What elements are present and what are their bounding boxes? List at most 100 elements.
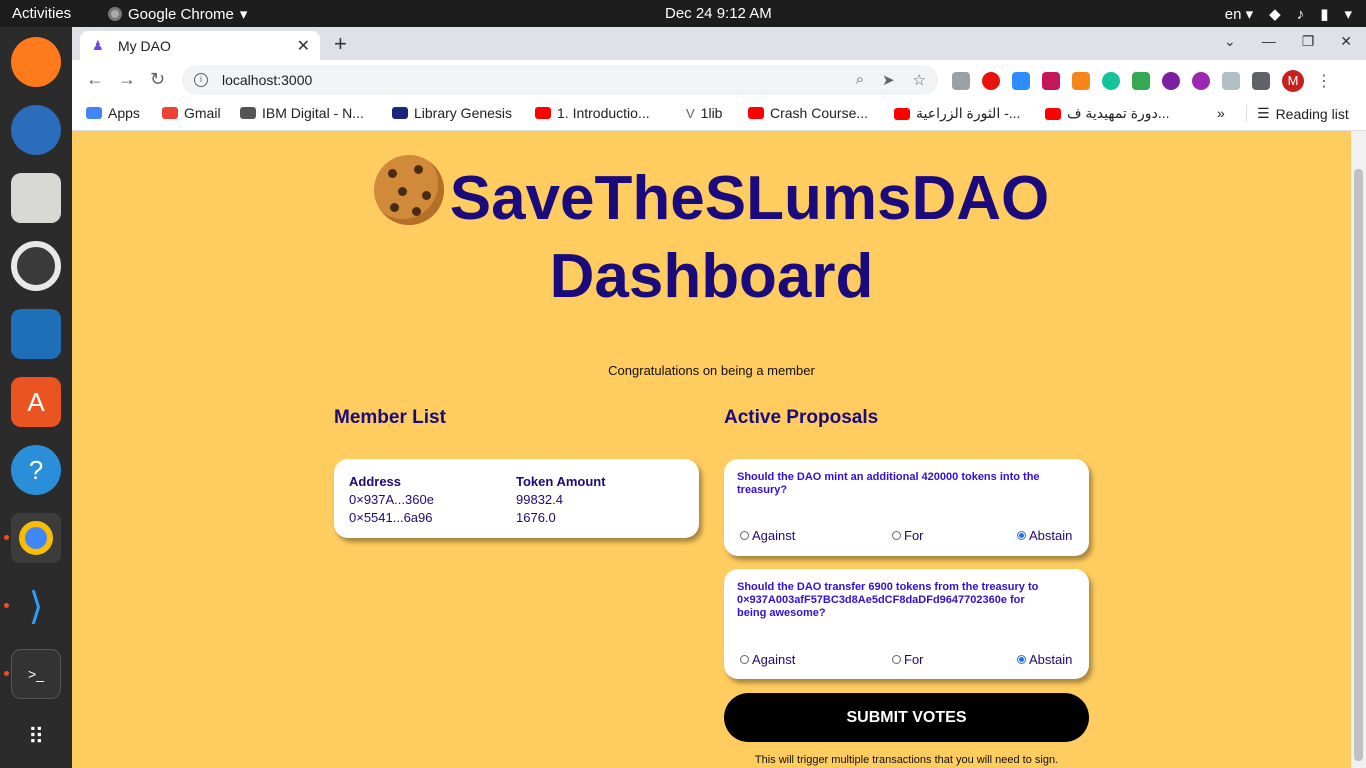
system-tray[interactable]: en ▾ ◆ ♪ ▮ ▾ <box>1225 5 1352 24</box>
member-amount: 99832.4 <box>516 492 563 507</box>
bookmark-star-icon[interactable]: ☆ <box>913 71 926 89</box>
bookmark-item[interactable]: Apps <box>86 105 140 121</box>
thunderbird-icon[interactable] <box>11 105 61 155</box>
bookmark-label: Gmail <box>184 105 221 121</box>
gmail-icon <box>162 107 178 119</box>
bookmark-item[interactable]: دورة تمهيدية ف... <box>1045 105 1169 122</box>
option-label: Against <box>752 528 796 543</box>
member-address: 0×5541...6a96 <box>349 510 433 525</box>
bookmark-item[interactable]: Crash Course... <box>748 105 868 121</box>
table-header: Address Token Amount <box>349 474 606 492</box>
url-text[interactable]: localhost:3000 <box>222 72 312 88</box>
dock: A ? ⟩ >_ ⠿ <box>0 27 72 768</box>
address-bar[interactable]: i localhost:3000 ⌕ ➤ ☆ <box>182 65 938 95</box>
app-menu[interactable]: Google Chrome ▾ <box>108 5 247 23</box>
clock[interactable]: Dec 24 9:12 AM <box>665 5 772 22</box>
avatar[interactable]: M <box>1282 70 1304 92</box>
option-label: For <box>904 528 924 543</box>
proposals-heading: Active Proposals <box>724 407 879 428</box>
adblock-icon[interactable] <box>982 72 1000 90</box>
member-list-card: Address Token Amount 0×937A...360e 99832… <box>334 459 699 538</box>
puzzle-icon[interactable] <box>1252 72 1270 90</box>
more-menu-icon[interactable]: ⋮ <box>1316 71 1332 91</box>
ibm-icon <box>240 107 256 119</box>
scrollbar-thumb[interactable] <box>1354 169 1363 761</box>
tab-my-dao[interactable]: ♟ My DAO ✕ <box>80 31 320 60</box>
tab-search-icon[interactable]: ⌄ <box>1224 33 1236 50</box>
shield-icon[interactable] <box>1222 72 1240 90</box>
close-tab-icon[interactable]: ✕ <box>297 36 310 56</box>
reload-icon[interactable]: ↻ <box>150 69 165 90</box>
proposal-card: Should the DAO mint an additional 420000… <box>724 459 1089 556</box>
show-apps-icon[interactable]: ⠿ <box>11 712 61 762</box>
vote-abstain-radio[interactable]: Abstain <box>1017 528 1072 543</box>
vscode-icon[interactable]: ⟩ <box>11 581 61 631</box>
bookmark-label: الثورة الزراعية -... <box>916 105 1021 121</box>
radio-circle[interactable] <box>892 655 901 664</box>
grammarly-icon[interactable] <box>1102 72 1120 90</box>
software-icon[interactable]: A <box>11 377 61 427</box>
reading-list-label: Reading list <box>1275 105 1349 122</box>
activities-button[interactable]: Activities <box>12 5 71 22</box>
vote-against-radio[interactable]: Against <box>740 652 795 667</box>
files-icon[interactable] <box>11 173 61 223</box>
page-scrollbar[interactable] <box>1351 131 1366 768</box>
1lib-icon: V <box>686 105 695 121</box>
option-label: Against <box>752 652 796 667</box>
site-info-icon[interactable]: i <box>194 73 208 87</box>
reading-list-button[interactable]: ☰ Reading list <box>1246 105 1349 122</box>
bookmark-ext-icon[interactable] <box>1042 72 1060 90</box>
radio-circle[interactable] <box>740 531 749 540</box>
bookmark-item[interactable]: الثورة الزراعية -... <box>894 105 1020 122</box>
radio-circle[interactable] <box>740 655 749 664</box>
metamask-icon[interactable] <box>1072 72 1090 90</box>
help-icon[interactable]: ? <box>11 445 61 495</box>
bookmark-label: 1. Introductio... <box>557 105 650 121</box>
omnibox-actions: ⌕ ➤ ☆ <box>856 71 926 89</box>
close-window-icon[interactable]: ✕ <box>1340 33 1352 50</box>
bookmark-item[interactable]: IBM Digital - N... <box>240 105 364 121</box>
rhythmbox-icon[interactable] <box>11 241 61 291</box>
extension-icon[interactable] <box>1162 72 1180 90</box>
app-menu-label: Google Chrome <box>128 5 234 23</box>
running-indicator <box>4 603 9 608</box>
back-icon[interactable]: ← <box>86 69 104 90</box>
bookmark-item[interactable]: 1. Introductio... <box>535 105 650 121</box>
submit-votes-button[interactable]: SUBMIT VOTES <box>724 693 1089 742</box>
vote-for-radio[interactable]: For <box>892 652 924 667</box>
forward-icon[interactable]: → <box>118 69 136 90</box>
vote-for-radio[interactable]: For <box>892 528 924 543</box>
vote-abstain-radio[interactable]: Abstain <box>1017 652 1072 667</box>
lang-indicator[interactable]: en ▾ <box>1225 5 1253 23</box>
radio-circle[interactable] <box>892 531 901 540</box>
chrome-icon <box>108 7 122 21</box>
zoom-icon[interactable]: ⌕ <box>856 71 864 89</box>
send-icon[interactable]: ➤ <box>882 71 895 89</box>
bookmark-item[interactable]: V 1lib <box>686 105 722 121</box>
firefox-icon[interactable] <box>11 37 61 87</box>
chrome-dock-icon[interactable] <box>11 513 61 563</box>
extensions-bar: M ⋮ <box>952 70 1332 92</box>
extension-icon[interactable] <box>1192 72 1210 90</box>
extension-icon[interactable] <box>1132 72 1150 90</box>
screenshot-icon[interactable] <box>952 72 970 90</box>
table-row: 0×937A...360e 99832.4 <box>349 492 606 510</box>
radio-circle-selected[interactable] <box>1017 655 1026 664</box>
terminal-icon[interactable]: >_ <box>11 649 61 699</box>
running-indicator <box>4 671 9 676</box>
writer-icon[interactable] <box>11 309 61 359</box>
bookmark-item[interactable]: Library Genesis <box>392 105 512 121</box>
radio-circle-selected[interactable] <box>1017 531 1026 540</box>
option-label: Abstain <box>1029 528 1073 543</box>
more-bookmarks-button[interactable]: » <box>1217 105 1225 121</box>
zoom-ext-icon[interactable] <box>1012 72 1030 90</box>
proposal-question: Should the DAO mint an additional 420000… <box>737 471 1040 496</box>
column-header-amount: Token Amount <box>516 474 606 489</box>
minimize-icon[interactable]: — <box>1262 33 1276 50</box>
maximize-icon[interactable]: ❐ <box>1302 33 1315 50</box>
bookmark-item[interactable]: Gmail <box>162 105 221 121</box>
option-label: Abstain <box>1029 652 1073 667</box>
page-viewport: SaveTheSLumsDAO Dashboard Congratulation… <box>72 131 1351 768</box>
vote-against-radio[interactable]: Against <box>740 528 795 543</box>
new-tab-button[interactable]: + <box>334 31 347 57</box>
